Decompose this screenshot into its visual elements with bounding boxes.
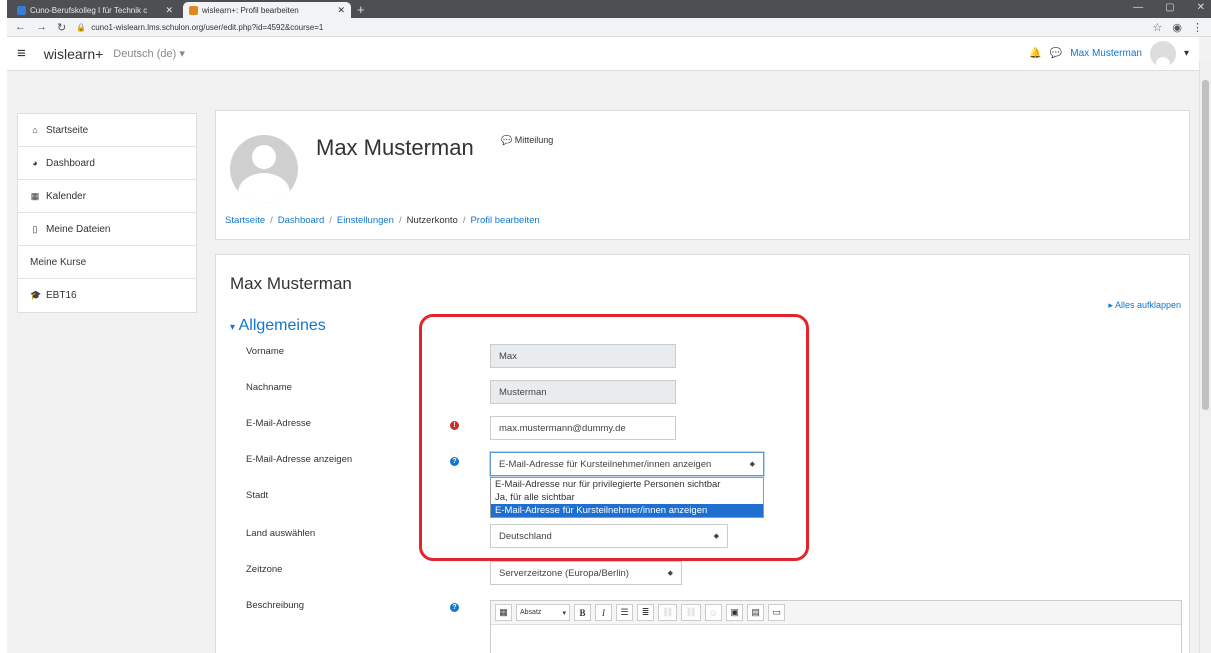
select-arrows-icon: ◆ — [667, 570, 673, 577]
browser-tab-wislearn[interactable]: wislearn+: Profil bearbeiten ✕ — [183, 2, 351, 18]
chevron-down-icon[interactable]: ▾ — [1184, 48, 1189, 59]
bell-icon[interactable]: 🔔 — [1029, 48, 1041, 59]
italic-button[interactable]: I — [595, 604, 612, 621]
country-label: Land auswählen — [246, 528, 316, 539]
emoji-icon[interactable]: ☺ — [704, 604, 723, 621]
lastname-label: Nachname — [246, 382, 292, 393]
new-tab-button[interactable]: + — [357, 2, 365, 18]
link-icon[interactable]: ⛓ — [658, 604, 678, 621]
site-navbar: ≡ wislearn+ Deutsch (de) ▾ 🔔 💬 Max Muste… — [7, 37, 1199, 71]
language-selector[interactable]: Deutsch (de) ▾ — [113, 47, 185, 60]
chevron-down-icon: ▾ — [230, 322, 236, 333]
browser-tab-strip: Cuno-Berufskolleg I für Technik c ✕ wisl… — [7, 0, 1211, 18]
close-tab-icon[interactable]: ✕ — [165, 5, 173, 16]
breadcrumb-separator: / — [462, 215, 466, 226]
section-allgemeines[interactable]: ▾ Allgemeines — [230, 317, 326, 335]
user-menu-name[interactable]: Max Musterman — [1070, 48, 1142, 59]
home-icon: ⌂ — [32, 125, 38, 135]
image-icon[interactable]: ▣ — [726, 604, 744, 621]
breadcrumb-dashboard[interactable]: Dashboard — [278, 215, 324, 226]
dashboard-icon: ◕ — [32, 158, 38, 168]
breadcrumb-separator: / — [329, 215, 332, 226]
bullet-list-icon[interactable]: ☰ — [616, 604, 633, 621]
toolbar-toggle-icon[interactable]: ▦ — [495, 604, 512, 621]
close-window-icon[interactable]: ✕ — [1197, 2, 1205, 13]
editor-toolbar: ▦ Absatz ▾ B I ☰ ≣ ⛓ ⛓ ☺ ▣ ▤ ▭ — [491, 601, 1181, 625]
help-icon[interactable]: ? — [450, 603, 459, 612]
expand-all-link[interactable]: ▸ Alles aufklappen — [1108, 300, 1181, 311]
maximize-icon[interactable]: ▢ — [1165, 2, 1174, 13]
page-header: Max Musterman 💬 Mitteilung Startseite / … — [215, 110, 1190, 240]
form-title: Max Musterman — [230, 274, 352, 293]
annotation-highlight — [419, 314, 809, 561]
breadcrumb-separator: / — [270, 215, 273, 226]
file-manager-icon[interactable]: ▭ — [768, 604, 786, 621]
chevron-down-icon: ▾ — [562, 609, 566, 617]
numbered-list-icon[interactable]: ≣ — [637, 604, 654, 621]
media-icon[interactable]: ▤ — [747, 604, 765, 621]
sidebar-item-ebt16[interactable]: 🎓 EBT16 — [18, 279, 196, 312]
breadcrumb-startseite[interactable]: Startseite — [225, 215, 265, 226]
address-bar[interactable]: 🔒 cuno1-wislearn.lms.schulon.org/user/ed… — [76, 20, 1142, 35]
profile-avatar — [230, 135, 298, 203]
minimize-icon[interactable]: — — [1133, 2, 1143, 13]
breadcrumb-einstellungen[interactable]: Einstellungen — [337, 215, 394, 226]
firstname-label: Vorname — [246, 346, 285, 357]
close-tab-icon[interactable]: ✕ — [337, 5, 345, 16]
breadcrumb-nutzerkonto: Nutzerkonto — [406, 215, 458, 226]
chat-bubble-icon: 💬 — [501, 135, 513, 145]
reload-icon[interactable]: ↻ — [57, 21, 66, 34]
sidebar-item-kalender[interactable]: ▦ Kalender — [18, 180, 196, 213]
profile-icon[interactable]: ◉ — [1172, 21, 1182, 34]
bold-button[interactable]: B — [574, 604, 591, 621]
site-brand[interactable]: wislearn+ — [44, 46, 104, 62]
browser-window: Cuno-Berufskolleg I für Technik c ✕ wisl… — [7, 0, 1211, 653]
paragraph-style-select[interactable]: Absatz ▾ — [516, 604, 570, 621]
tab-title: wislearn+: Profil bearbeiten — [202, 5, 299, 15]
city-label: Stadt — [246, 490, 269, 501]
description-label: Beschreibung — [246, 600, 305, 611]
page-scrollbar[interactable] — [1199, 62, 1211, 653]
sidebar-item-meine-kurse[interactable]: Meine Kurse — [18, 246, 196, 279]
breadcrumb-separator: / — [398, 215, 402, 226]
browser-tab-cuno[interactable]: Cuno-Berufskolleg I für Technik c ✕ — [11, 2, 179, 18]
back-arrow-icon[interactable]: ← — [15, 21, 26, 33]
bookmark-star-icon[interactable]: ☆ — [1153, 21, 1163, 34]
site-favicon-icon — [189, 5, 198, 15]
message-link[interactable]: 💬 Mitteilung — [501, 135, 553, 146]
url-text: cuno1-wislearn.lms.schulon.org/user/edit… — [91, 22, 324, 32]
user-avatar[interactable] — [1149, 40, 1176, 67]
hamburger-menu-icon[interactable]: ≡ — [17, 45, 26, 62]
page-title: Max Musterman — [316, 135, 474, 160]
graduation-cap-icon: 🎓 — [30, 290, 42, 300]
timezone-label: Zeitzone — [246, 564, 283, 575]
file-icon: ▯ — [32, 223, 38, 234]
menu-dots-icon[interactable]: ⋮ — [1192, 21, 1203, 34]
window-controls: — ▢ ✕ — [1133, 2, 1205, 13]
unlink-icon[interactable]: ⛓ — [681, 604, 701, 621]
breadcrumb-profil-bearbeiten[interactable]: Profil bearbeiten — [470, 215, 539, 226]
email-label: E-Mail-Adresse — [246, 418, 311, 429]
breadcrumb: Startseite / Dashboard / Einstellungen /… — [225, 215, 540, 226]
sidebar-item-startseite[interactable]: ⌂ Startseite — [18, 114, 196, 147]
forward-arrow-icon[interactable]: → — [36, 21, 47, 33]
lock-icon: 🔒 — [76, 22, 87, 32]
site-favicon-icon — [17, 5, 26, 15]
email-display-label: E-Mail-Adresse anzeigen — [246, 454, 353, 465]
chat-bubble-icon[interactable]: 💬 — [1050, 48, 1062, 59]
tab-title: Cuno-Berufskolleg I für Technik c — [30, 5, 148, 15]
browser-toolbar: ← → ↻ 🔒 cuno1-wislearn.lms.schulon.org/u… — [7, 18, 1211, 37]
sidebar-item-dashboard[interactable]: ◕ Dashboard — [18, 147, 196, 180]
calendar-icon: ▦ — [30, 190, 40, 201]
description-editor[interactable]: ▦ Absatz ▾ B I ☰ ≣ ⛓ ⛓ ☺ ▣ ▤ ▭ — [490, 600, 1182, 653]
sidebar-item-meine-dateien[interactable]: ▯ Meine Dateien — [18, 213, 196, 246]
timezone-select[interactable]: Serverzeitzone (Europa/Berlin) ◆ — [490, 561, 682, 585]
sidebar-nav: ⌂ Startseite ◕ Dashboard ▦ Kalender ▯ Me… — [17, 113, 197, 313]
